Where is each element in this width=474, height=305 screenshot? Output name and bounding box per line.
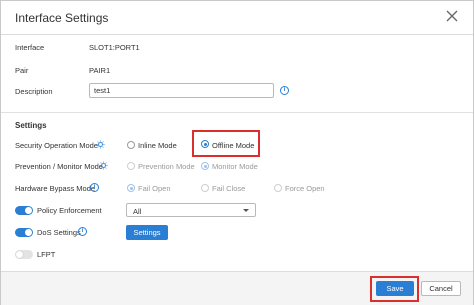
lightbulb-icon [96, 140, 105, 149]
cancel-button[interactable]: Cancel [421, 281, 461, 296]
policy-select-value: All [133, 207, 142, 216]
fail-open-label: Fail Open [138, 184, 171, 193]
security-mode-label: Security Operation Mode [15, 141, 98, 150]
info-icon[interactable]: i [280, 86, 289, 95]
settings-section-title: Settings [15, 121, 47, 130]
force-open-label: Force Open [285, 184, 325, 193]
monitor-mode-option-label: Monitor Mode [212, 162, 258, 171]
interface-label: Interface [15, 43, 45, 52]
description-label: Description [15, 87, 53, 96]
radio-monitor-mode[interactable] [201, 162, 209, 170]
interface-value: SLOT1:PORT1 [89, 43, 140, 52]
radio-offline-mode[interactable] [201, 140, 209, 148]
lightbulb-icon [99, 161, 108, 170]
dos-settings-button[interactable]: Settings [126, 225, 168, 240]
bypass-mode-label: Hardware Bypass Mode [15, 184, 96, 193]
dialog-title: Interface Settings [15, 11, 109, 25]
save-button[interactable]: Save [376, 281, 414, 296]
section-divider [1, 112, 473, 113]
radio-force-open[interactable] [274, 184, 282, 192]
policy-enforcement-toggle[interactable] [15, 206, 33, 215]
prevention-mode-label: Prevention / Monitor Mode [15, 162, 103, 171]
radio-fail-open[interactable] [127, 184, 135, 192]
lfpt-toggle[interactable] [15, 250, 33, 259]
policy-enforcement-label: Policy Enforcement [37, 206, 102, 215]
radio-fail-close[interactable] [201, 184, 209, 192]
offline-mode-label: Offline Mode [212, 141, 255, 150]
close-icon[interactable] [445, 9, 459, 23]
radio-inline-mode[interactable] [127, 141, 135, 149]
chevron-down-icon [243, 209, 249, 212]
description-input[interactable] [89, 83, 274, 98]
info-icon[interactable]: i [90, 183, 99, 192]
dos-settings-label: DoS Settings [37, 228, 81, 237]
pair-label: Pair [15, 66, 29, 75]
radio-prevention-mode[interactable] [127, 162, 135, 170]
inline-mode-label: Inline Mode [138, 141, 177, 150]
fail-close-label: Fail Close [212, 184, 246, 193]
prevention-mode-option-label: Prevention Mode [138, 162, 195, 171]
lfpt-label: LFPT [37, 250, 56, 259]
interface-settings-dialog: Interface Settings Interface SLOT1:PORT1… [0, 0, 474, 305]
dialog-header: Interface Settings [1, 1, 473, 35]
info-icon[interactable]: i [78, 227, 87, 236]
dos-settings-toggle[interactable] [15, 228, 33, 237]
policy-select[interactable]: All [126, 203, 256, 217]
pair-value: PAIR1 [89, 66, 111, 75]
